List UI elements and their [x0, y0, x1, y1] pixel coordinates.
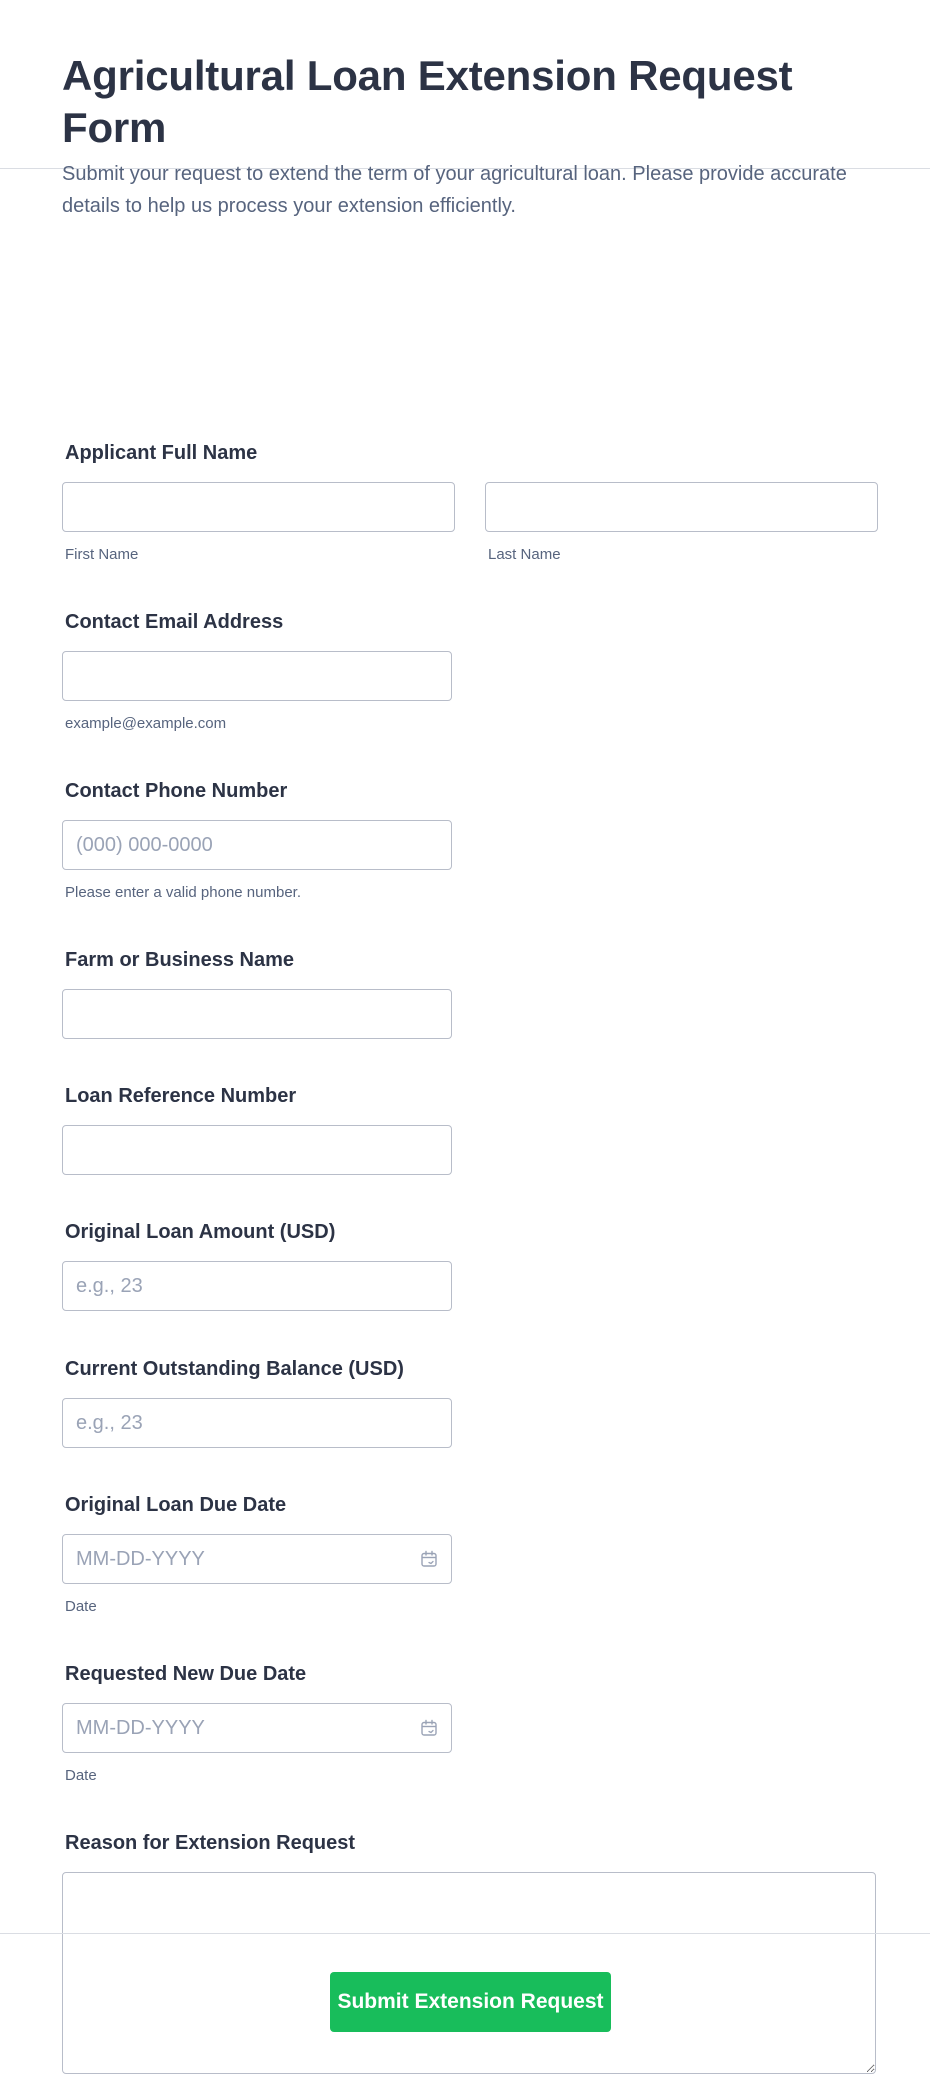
email-field: Contact Email Address example@example.co…	[62, 610, 452, 733]
calendar-icon[interactable]	[420, 1550, 438, 1568]
loan-ref-field: Loan Reference Number	[62, 1084, 452, 1175]
original-amount-input[interactable]	[62, 1261, 452, 1311]
form-header: Agricultural Loan Extension Request Form…	[0, 0, 930, 217]
full-name-label: Applicant Full Name	[65, 442, 258, 464]
outstanding-balance-field: Current Outstanding Balance (USD)	[62, 1357, 452, 1448]
first-name-input[interactable]	[62, 482, 455, 532]
new-due-date-wrap	[62, 1703, 452, 1753]
phone-label: Contact Phone Number	[65, 780, 288, 802]
new-due-date-input[interactable]	[62, 1703, 452, 1753]
outstanding-balance-label: Current Outstanding Balance (USD)	[65, 1358, 404, 1380]
new-due-date-sublabel: Date	[65, 1767, 97, 1784]
original-due-date-label: Original Loan Due Date	[65, 1494, 287, 1516]
original-amount-field: Original Loan Amount (USD)	[62, 1220, 452, 1311]
phone-sublabel: Please enter a valid phone number.	[65, 884, 301, 901]
email-input[interactable]	[62, 651, 452, 701]
original-due-date-input[interactable]	[62, 1534, 452, 1584]
full-name-field: Applicant Full Name First Name Last Name	[62, 441, 878, 564]
farm-name-field: Farm or Business Name	[62, 948, 452, 1039]
reason-label: Reason for Extension Request	[65, 1832, 356, 1854]
last-name-input[interactable]	[485, 482, 878, 532]
loan-ref-input[interactable]	[62, 1125, 452, 1175]
calendar-icon[interactable]	[420, 1719, 438, 1737]
new-due-date-field: Requested New Due Date Date	[62, 1662, 452, 1785]
new-due-date-label: Requested New Due Date	[65, 1663, 307, 1685]
form-footer: Submit Extension Request	[0, 1933, 930, 2082]
last-name-sublabel: Last Name	[488, 546, 561, 563]
phone-field: Contact Phone Number Please enter a vali…	[62, 779, 452, 902]
original-due-date-sublabel: Date	[65, 1598, 97, 1615]
original-amount-label: Original Loan Amount (USD)	[65, 1221, 336, 1243]
last-name-col: Last Name	[485, 482, 878, 564]
form-title: Agricultural Loan Extension Request Form	[62, 52, 793, 151]
original-due-date-wrap	[62, 1534, 452, 1584]
original-due-date-field: Original Loan Due Date Date	[62, 1493, 452, 1616]
farm-name-label: Farm or Business Name	[65, 949, 294, 971]
first-name-col: First Name	[62, 482, 455, 564]
email-label: Contact Email Address	[65, 611, 284, 633]
first-name-sublabel: First Name	[65, 546, 139, 563]
email-sublabel: example@example.com	[65, 715, 227, 732]
farm-name-input[interactable]	[62, 989, 452, 1039]
submit-button[interactable]: Submit Extension Request	[330, 1972, 611, 2032]
form-description: Submit your request to extend the term o…	[62, 163, 847, 217]
loan-ref-label: Loan Reference Number	[65, 1085, 297, 1107]
outstanding-balance-input[interactable]	[62, 1398, 452, 1448]
full-name-row: First Name Last Name	[62, 482, 878, 564]
phone-input[interactable]	[62, 820, 452, 870]
